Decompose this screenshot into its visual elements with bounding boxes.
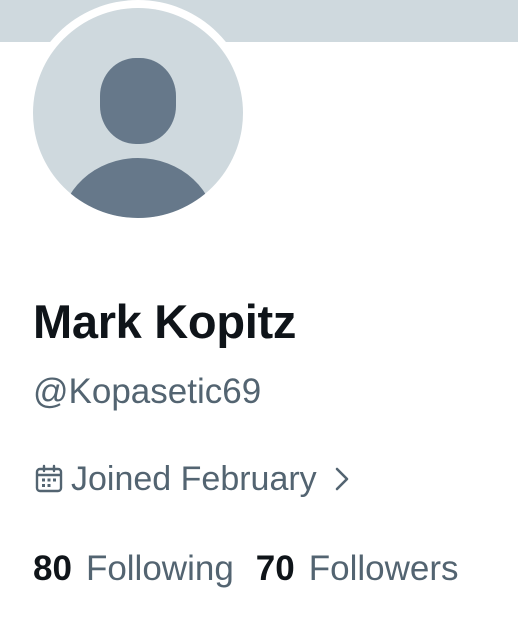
user-handle: @Kopasetic69 <box>33 372 262 411</box>
joined-date-row[interactable]: Joined February <box>33 457 353 501</box>
followers-link[interactable]: 70 Followers <box>256 549 459 589</box>
followers-count: 70 <box>255 549 295 588</box>
display-name: Mark Kopitz <box>33 295 297 348</box>
joined-date-text: Joined February <box>71 460 317 498</box>
chevron-right-icon <box>335 467 348 491</box>
followers-label: Followers <box>308 549 459 588</box>
follow-stats: 80 Following 70 Followers <box>33 546 459 592</box>
following-count: 80 <box>33 549 72 588</box>
calendar-icon <box>35 464 63 493</box>
following-label: Following <box>85 549 234 588</box>
following-link[interactable]: 80 Following <box>33 549 234 589</box>
default-avatar-icon <box>61 58 215 218</box>
avatar[interactable] <box>33 8 243 218</box>
